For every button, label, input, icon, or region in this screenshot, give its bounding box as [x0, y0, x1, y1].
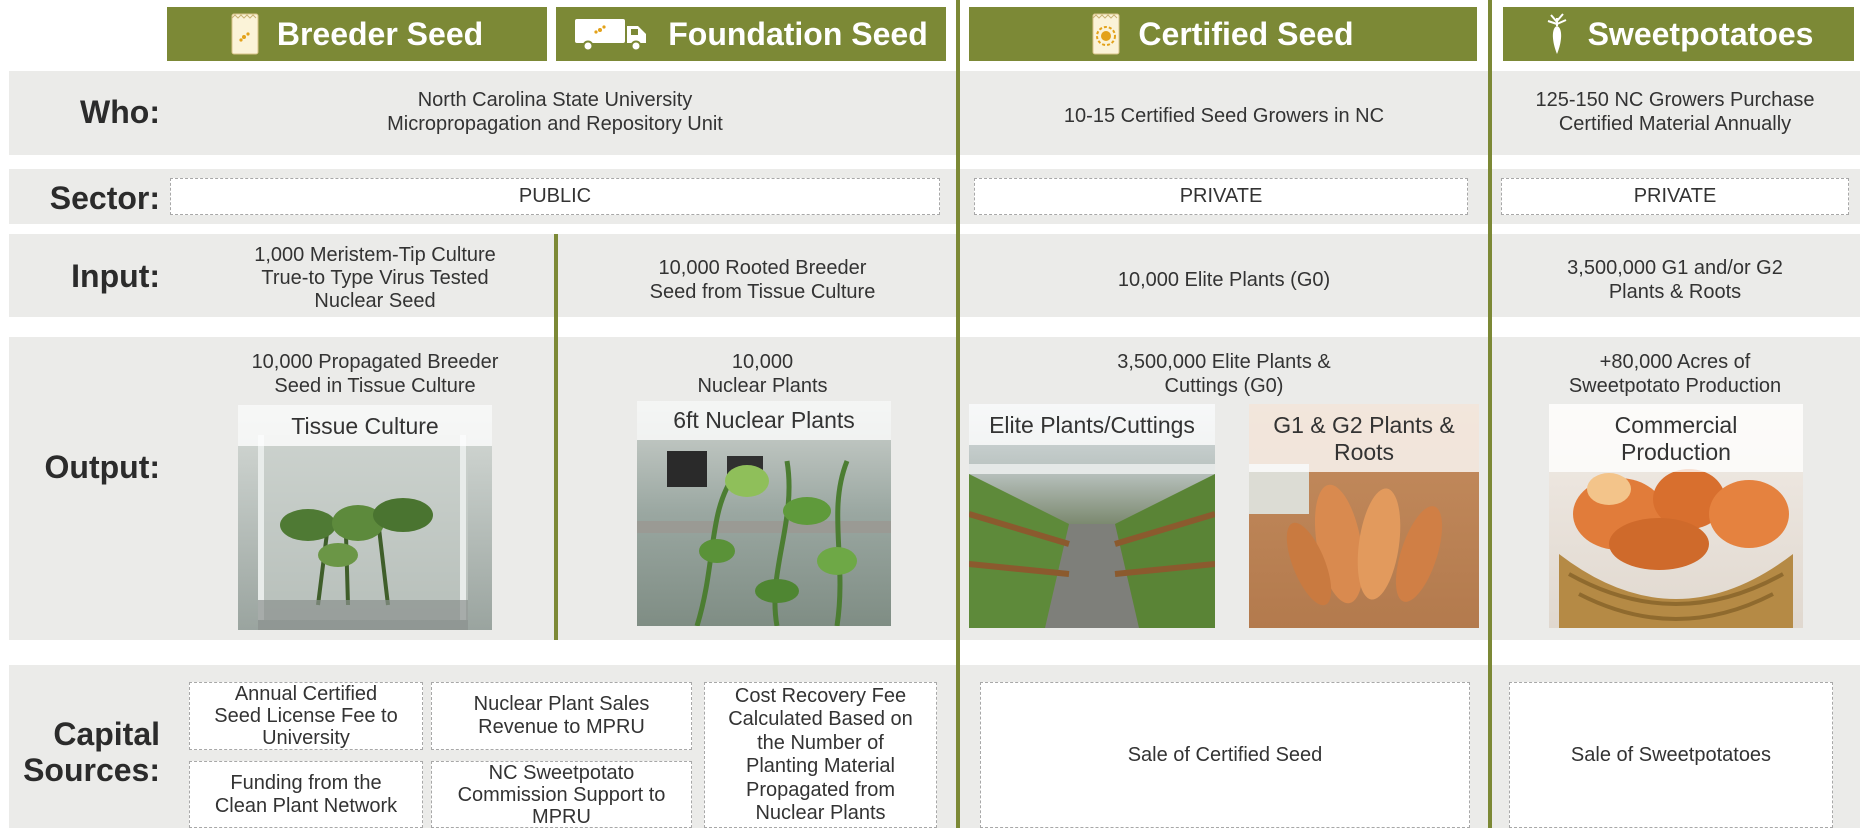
header-sweetpotatoes: Sweetpotatoes — [1503, 7, 1854, 61]
header-breeder-seed: Breeder Seed — [167, 7, 547, 61]
sector-certified: PRIVATE — [974, 178, 1468, 215]
sector-public: PUBLIC — [170, 178, 940, 215]
row-label-who: Who: — [80, 94, 160, 130]
capital-sweetpotato-sale: Sale of Sweetpotatoes — [1509, 682, 1833, 828]
capital-cost-recovery: Cost Recovery Fee Calculated Based on th… — [704, 682, 937, 828]
input-sweet: 3,500,000 G1 and/or G2 Plants & Roots — [1567, 257, 1783, 303]
caption-commercial-production: Commercial Production — [1549, 404, 1803, 472]
capital-license-fee: Annual Certified Seed License Fee to Uni… — [189, 682, 423, 750]
input-foundation: 10,000 Rooted Breeder Seed from Tissue C… — [649, 257, 876, 303]
capital-commission-support: NC Sweetpotato Commission Support to MPR… — [431, 761, 692, 828]
output-certified: 3,500,000 Elite Plants & Cuttings (G0) — [1117, 351, 1331, 397]
capital-nuclear-sales: Nuclear Plant Sales Revenue to MPRU — [431, 682, 692, 750]
header-foundation-seed: Foundation Seed — [556, 7, 946, 61]
photo-nuclear-plants: 6ft Nuclear Plants — [637, 401, 891, 626]
row-label-capital-line2: Sources: — [23, 752, 160, 788]
photo-g1g2-roots: G1 & G2 Plants & Roots — [1249, 404, 1479, 628]
photo-elite-plants: Elite Plants/Cuttings — [969, 404, 1215, 628]
caption-g1g2-roots: G1 & G2 Plants & Roots — [1249, 404, 1479, 472]
seed-packet-icon — [231, 13, 259, 55]
capital-clean-plant-network: Funding from the Clean Plant Network — [189, 761, 423, 828]
input-breeder: 1,000 Meristem-Tip Culture True-to Type … — [254, 244, 496, 312]
row-label-capital-line1: Capital — [53, 716, 160, 752]
caption-elite-plants: Elite Plants/Cuttings — [969, 404, 1215, 445]
who-public: North Carolina State University Micropro… — [387, 89, 723, 135]
caption-tissue-culture: Tissue Culture — [238, 405, 492, 446]
divider-breeder-foundation — [554, 234, 558, 640]
header-breeder-label: Breeder Seed — [276, 15, 484, 52]
who-sweet: 125-150 NC Growers Purchase Certified Ma… — [1535, 89, 1815, 135]
photo-tissue-culture: Tissue Culture — [238, 405, 492, 630]
certified-seed-packet-icon — [1092, 13, 1120, 55]
header-foundation-label: Foundation Seed — [668, 15, 928, 52]
capital-certified-seed-sale: Sale of Certified Seed — [980, 682, 1470, 828]
row-label-sector: Sector: — [49, 180, 160, 216]
output-foundation: 10,000 Nuclear Plants — [697, 351, 828, 397]
sweetpotato-icon — [1544, 12, 1570, 56]
who-certified: 10-15 Certified Seed Growers in NC — [1063, 105, 1385, 127]
output-breeder: 10,000 Propagated Breeder Seed in Tissue… — [251, 351, 499, 397]
row-label-capital: Capital Sources: — [0, 716, 160, 788]
header-certified-label: Certified Seed — [1138, 15, 1354, 52]
photo-commercial-production: Commercial Production — [1549, 404, 1803, 628]
header-certified-seed: Certified Seed — [969, 7, 1477, 61]
delivery-truck-icon — [574, 16, 650, 52]
sector-sweet: PRIVATE — [1501, 178, 1849, 215]
caption-nuclear-plants: 6ft Nuclear Plants — [637, 401, 891, 440]
header-sweet-label: Sweetpotatoes — [1587, 15, 1814, 52]
row-label-output: Output: — [44, 449, 161, 485]
output-sweet: +80,000 Acres of Sweetpotato Production — [1568, 351, 1782, 397]
input-certified: 10,000 Elite Plants (G0) — [1117, 269, 1331, 291]
row-label-input: Input: — [71, 258, 160, 294]
